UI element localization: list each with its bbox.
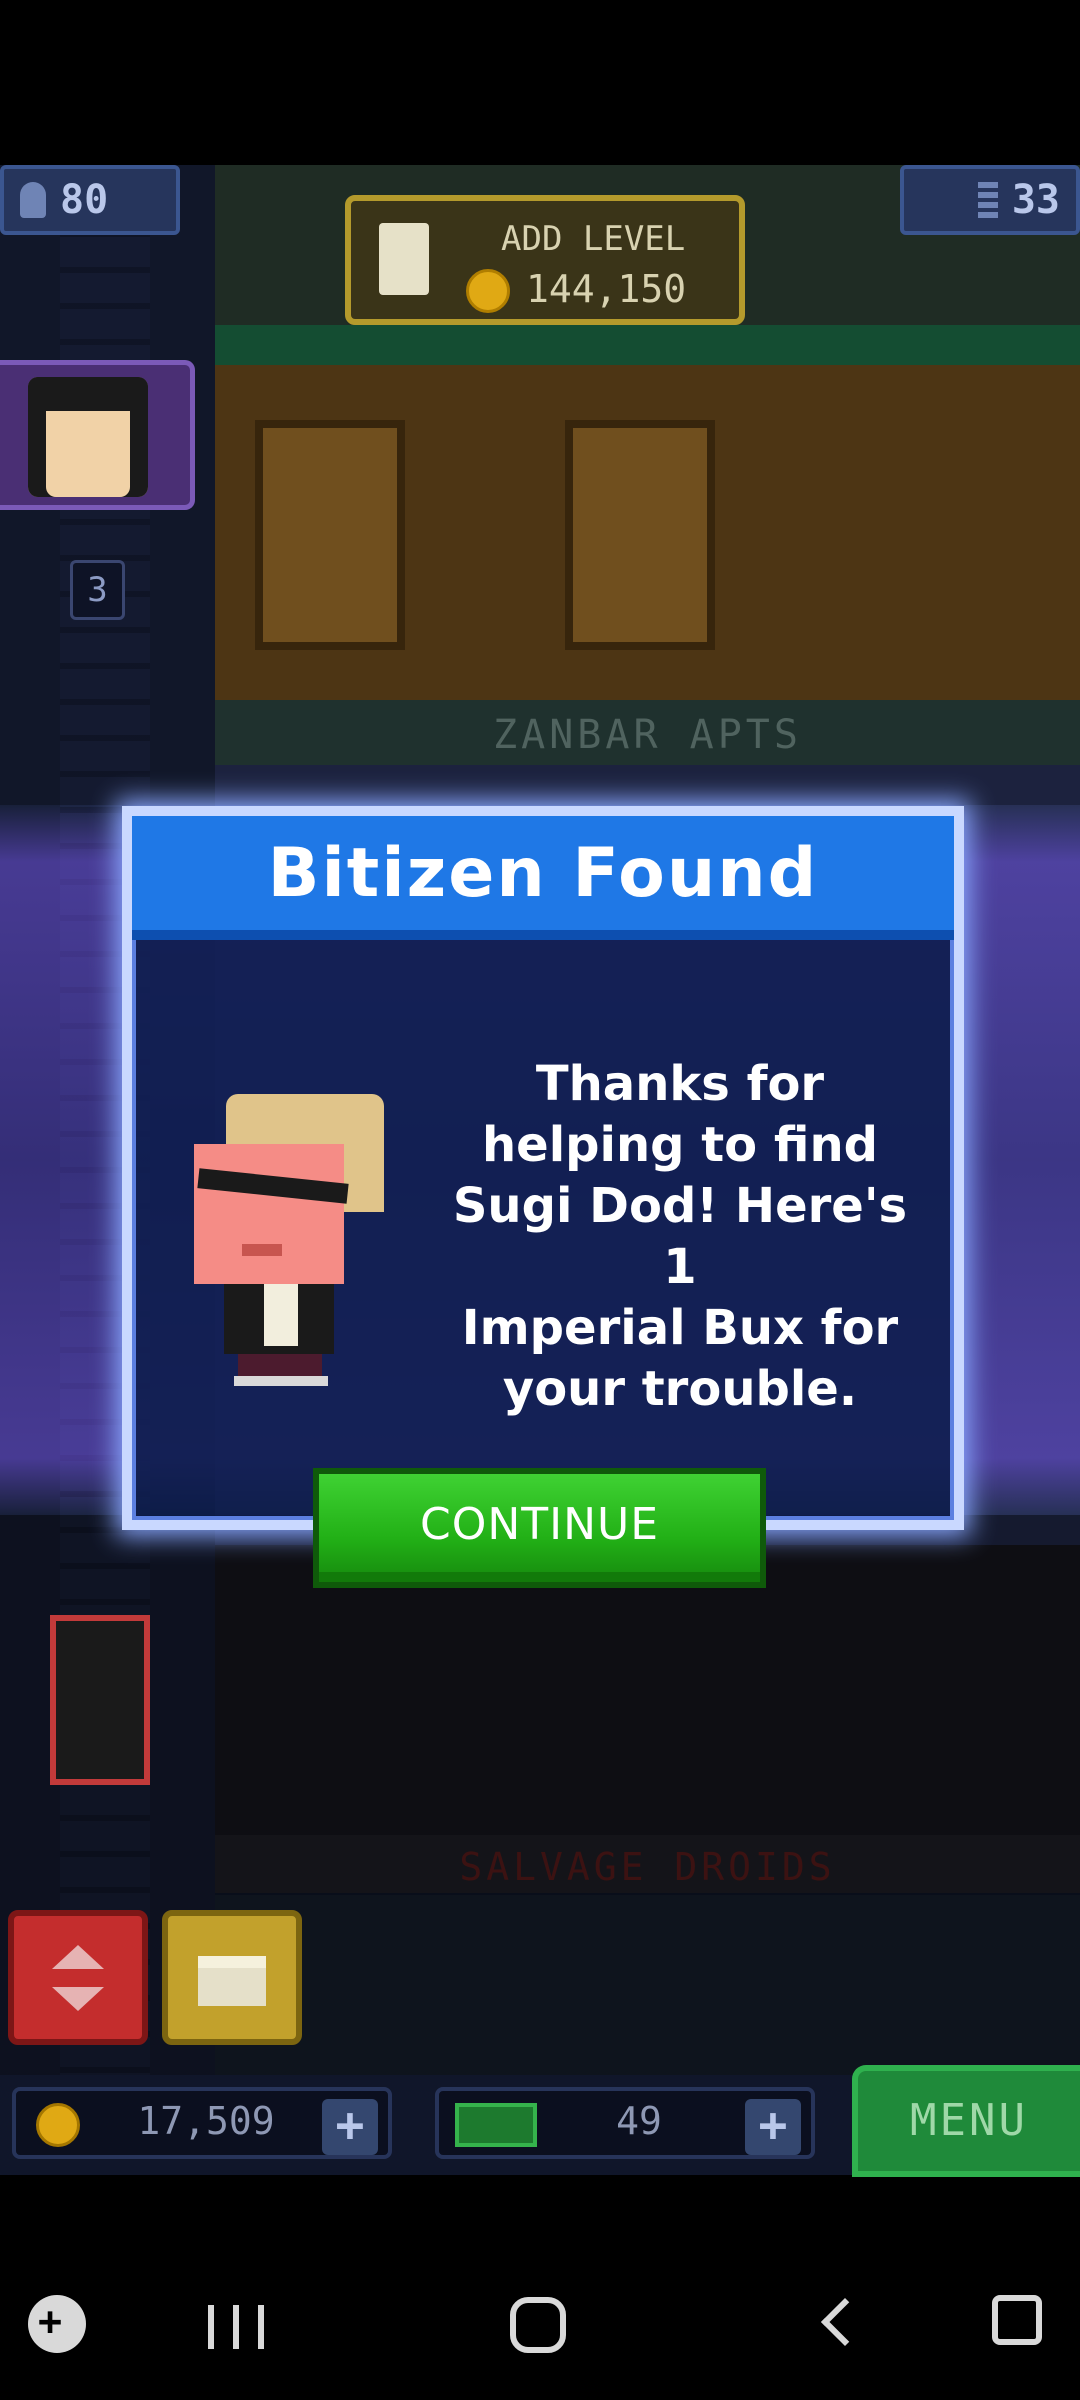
arrow-up-icon xyxy=(52,1944,104,1969)
person-icon xyxy=(20,182,46,218)
add-level-icon xyxy=(379,223,429,295)
coin-icon xyxy=(36,2103,80,2147)
menu-button[interactable]: MENU xyxy=(852,2065,1080,2177)
android-navigation-bar xyxy=(0,2255,1080,2400)
floors-counter: 33 xyxy=(900,165,1080,235)
recents-icon[interactable] xyxy=(208,2305,264,2349)
avatar xyxy=(28,377,148,497)
dialog-header: Bitizen Found xyxy=(132,816,954,940)
bitizen-sprite xyxy=(194,1094,394,1386)
game-screen: 80 33 3 ADD LEVEL 144,150 ZANBAR APTS SA xyxy=(0,0,1080,2400)
population-counter: 80 xyxy=(0,165,180,235)
buy-coins-button[interactable]: + xyxy=(322,2099,378,2155)
game-tools-icon[interactable] xyxy=(28,2295,86,2353)
crate-button[interactable] xyxy=(162,1910,302,2045)
back-icon[interactable] xyxy=(820,2297,870,2347)
dialog-message: Thanks for helping to find Sugi Dod! Her… xyxy=(452,1056,908,1417)
dialog-title: Bitizen Found xyxy=(267,834,819,913)
bux-display: 49 + xyxy=(435,2087,815,2159)
bux-icon xyxy=(455,2103,537,2147)
crate-icon xyxy=(198,1956,266,2006)
bux-value: 49 xyxy=(616,2099,662,2143)
elevator-floor-indicator: 3 xyxy=(70,560,125,620)
coins-value: 17,509 xyxy=(137,2099,275,2143)
coins-display: 17,509 + xyxy=(12,2087,392,2159)
arrow-down-icon xyxy=(52,1986,104,2011)
bitizen-avatar-tab[interactable] xyxy=(0,360,195,510)
floors-icon xyxy=(977,182,998,218)
floor-navigation-button[interactable] xyxy=(8,1910,148,2045)
home-icon[interactable] xyxy=(510,2297,566,2353)
bitizen-found-dialog: Bitizen Found Thanks for helping to find… xyxy=(122,806,964,1530)
elevator-car[interactable] xyxy=(50,1615,150,1785)
buy-bux-button[interactable]: + xyxy=(745,2099,801,2155)
coin-icon xyxy=(466,269,510,313)
dialog-body: Thanks for helping to find Sugi Dod! Her… xyxy=(132,950,954,1516)
population-value: 80 xyxy=(60,177,109,223)
continue-button[interactable]: CONTINUE xyxy=(313,1468,766,1588)
add-level-button[interactable]: ADD LEVEL 144,150 xyxy=(345,195,745,325)
add-level-cost: 144,150 xyxy=(526,267,687,311)
screen-lock-icon[interactable] xyxy=(992,2295,1042,2345)
floors-value: 33 xyxy=(1011,177,1060,223)
add-level-label: ADD LEVEL xyxy=(501,219,686,259)
